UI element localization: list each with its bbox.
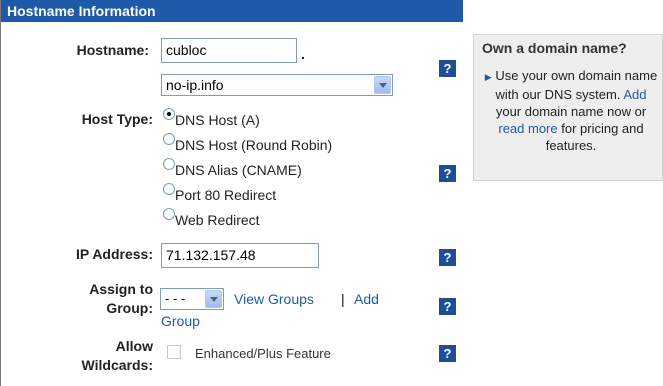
radio-dns-host-a[interactable]: DNS Host (A) (163, 108, 383, 128)
radio-button[interactable] (163, 133, 175, 145)
link-separator: | (341, 291, 345, 307)
own-domain-text-3: for pricing and features. (545, 121, 644, 153)
bullet-arrow-icon: ▶ (484, 72, 492, 82)
radio-web-redirect[interactable]: Web Redirect (163, 208, 383, 228)
assign-group-label-1: Assign to (89, 281, 153, 297)
ip-address-help-icon[interactable]: ? (439, 249, 456, 266)
assign-group-help-icon[interactable]: ? (439, 298, 456, 315)
radio-label: DNS Alias (CNAME) (175, 162, 302, 178)
own-domain-text-2: your domain name now or (495, 104, 647, 119)
allow-wildcards-label-1: Allow (115, 338, 153, 354)
group-select[interactable]: - - - (160, 288, 224, 310)
dropdown-arrow-icon[interactable] (374, 76, 391, 94)
ip-address-input[interactable]: 71.132.157.48 (161, 243, 319, 268)
wildcards-checkbox[interactable] (167, 345, 181, 359)
add-domain-link[interactable]: Add (623, 87, 646, 102)
radio-button[interactable] (163, 208, 175, 220)
view-groups-link[interactable]: View Groups (234, 291, 314, 307)
radio-label: DNS Host (Round Robin) (175, 137, 333, 153)
own-domain-title: Own a domain name? (482, 40, 627, 56)
own-domain-box: Own a domain name? ▶ Use your own domain… (473, 34, 663, 181)
radio-dns-alias[interactable]: DNS Alias (CNAME) (163, 158, 383, 178)
hostname-dot: . (301, 46, 305, 62)
enhanced-feature-note: Enhanced/Plus Feature (195, 346, 331, 361)
radio-button[interactable] (163, 183, 175, 195)
radio-dns-round-robin[interactable]: DNS Host (Round Robin) (163, 133, 383, 153)
assign-group-label-2: Group: (106, 300, 153, 316)
hostname-help-icon[interactable]: ? (439, 60, 456, 77)
read-more-link[interactable]: read more (498, 121, 557, 136)
dropdown-arrow-icon[interactable] (205, 290, 222, 308)
own-domain-text: ▶ Use your own domain name with our DNS … (482, 67, 660, 154)
panel-header: Hostname Information (1, 0, 463, 22)
group-select-value: - - - (165, 291, 186, 306)
add-group-link-line1[interactable]: Add (354, 291, 379, 307)
allow-wildcards-label-2: Wildcards: (81, 357, 153, 373)
hostname-panel: Hostname Information Hostname: cubloc . … (0, 0, 463, 386)
radio-button[interactable] (163, 108, 175, 120)
domain-select[interactable]: no-ip.info (161, 74, 393, 96)
add-group-link-line2[interactable]: Group (161, 313, 200, 329)
radio-label: Port 80 Redirect (175, 187, 277, 203)
radio-port-80-redirect[interactable]: Port 80 Redirect (163, 183, 383, 203)
hostname-label: Hostname: (76, 42, 149, 58)
host-type-label: Host Type: (81, 111, 153, 127)
radio-button[interactable] (163, 158, 175, 170)
radio-label: DNS Host (A) (175, 112, 260, 128)
domain-select-value: no-ip.info (166, 77, 224, 93)
ip-address-label: IP Address: (75, 246, 153, 262)
hostname-input[interactable]: cubloc (161, 38, 297, 63)
host-type-help-icon[interactable]: ? (439, 165, 456, 182)
wildcards-help-icon[interactable]: ? (439, 345, 456, 362)
radio-label: Web Redirect (175, 212, 260, 228)
